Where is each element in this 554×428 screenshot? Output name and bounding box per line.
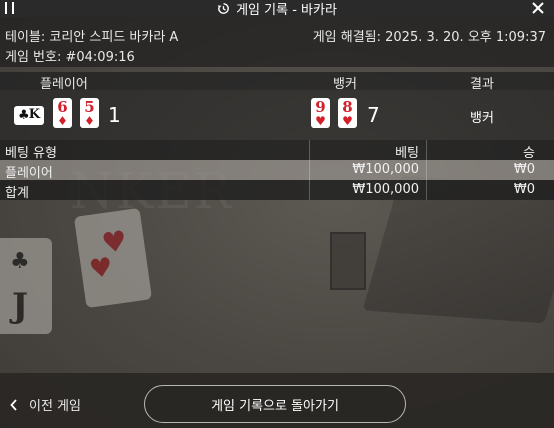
result-row: ♣ K 6 ♦ 5 ♦ 1 9 ♥ 8 ♥ 7 뱅커	[0, 90, 554, 140]
column-divider	[309, 140, 310, 200]
win-amount: ₩0	[513, 162, 535, 177]
close-icon[interactable]	[530, 0, 546, 16]
bet-type: 플레이어	[5, 166, 53, 181]
table-name: 테이블: 코리안 스피드 바카라 A	[5, 30, 179, 45]
game-info-panel: 테이블: 코리안 스피드 바카라 A 게임 번호: #04:09:16 게임 해…	[0, 17, 554, 67]
bets-header-row: 베팅 유형 베팅 승	[0, 140, 554, 161]
back-to-history-button[interactable]: 게임 기록으로 돌아가기	[144, 385, 406, 423]
footer-bar: 이전 게임 게임 기록으로 돌아가기	[0, 373, 554, 428]
bet-amount: ₩100,000	[352, 162, 419, 177]
banker-card-2: 8 ♥	[338, 98, 357, 128]
result-winner: 뱅커	[470, 111, 494, 126]
history-icon	[217, 3, 229, 14]
column-divider	[426, 140, 427, 200]
player-card-1: ♣ K	[14, 106, 44, 125]
bets-table: 베팅 유형 베팅 승 플레이어 ₩100,000 ₩0 합계 ₩100,000 …	[0, 140, 554, 201]
bet-type: 합계	[5, 186, 29, 201]
bet-type-header: 베팅 유형	[5, 146, 57, 161]
win-amount: ₩0	[513, 182, 535, 197]
page-title: 게임 기록 - 바카라	[236, 3, 337, 18]
player-score: 1	[108, 103, 121, 127]
previous-game-label: 이전 게임	[29, 399, 81, 414]
table-row: 플레이어 ₩100,000 ₩0	[0, 160, 554, 181]
player-card-3: 5 ♦	[80, 98, 99, 128]
chevron-left-icon	[10, 398, 17, 411]
round-id: 게임 번호: #04:09:16	[5, 50, 135, 65]
title-bar: 게임 기록 - 바카라	[0, 0, 554, 18]
previous-game-link[interactable]: 이전 게임	[9, 395, 81, 414]
table-row-total: 합계 ₩100,000 ₩0	[0, 180, 554, 201]
result-header-row: 플레이어 뱅커 결과	[0, 72, 554, 92]
win-amount-header: 승	[523, 146, 535, 161]
resolved-time: 게임 해결됨: 2025. 3. 20. 오후 1:09:37	[312, 30, 546, 45]
pause-icon[interactable]	[5, 2, 14, 14]
player-card-2: 6 ♦	[53, 98, 72, 128]
bet-amount-header: 베팅	[395, 146, 419, 161]
banker-score: 7	[367, 103, 380, 127]
banker-card-1: 9 ♥	[311, 98, 330, 128]
bet-amount: ₩100,000	[352, 182, 419, 197]
